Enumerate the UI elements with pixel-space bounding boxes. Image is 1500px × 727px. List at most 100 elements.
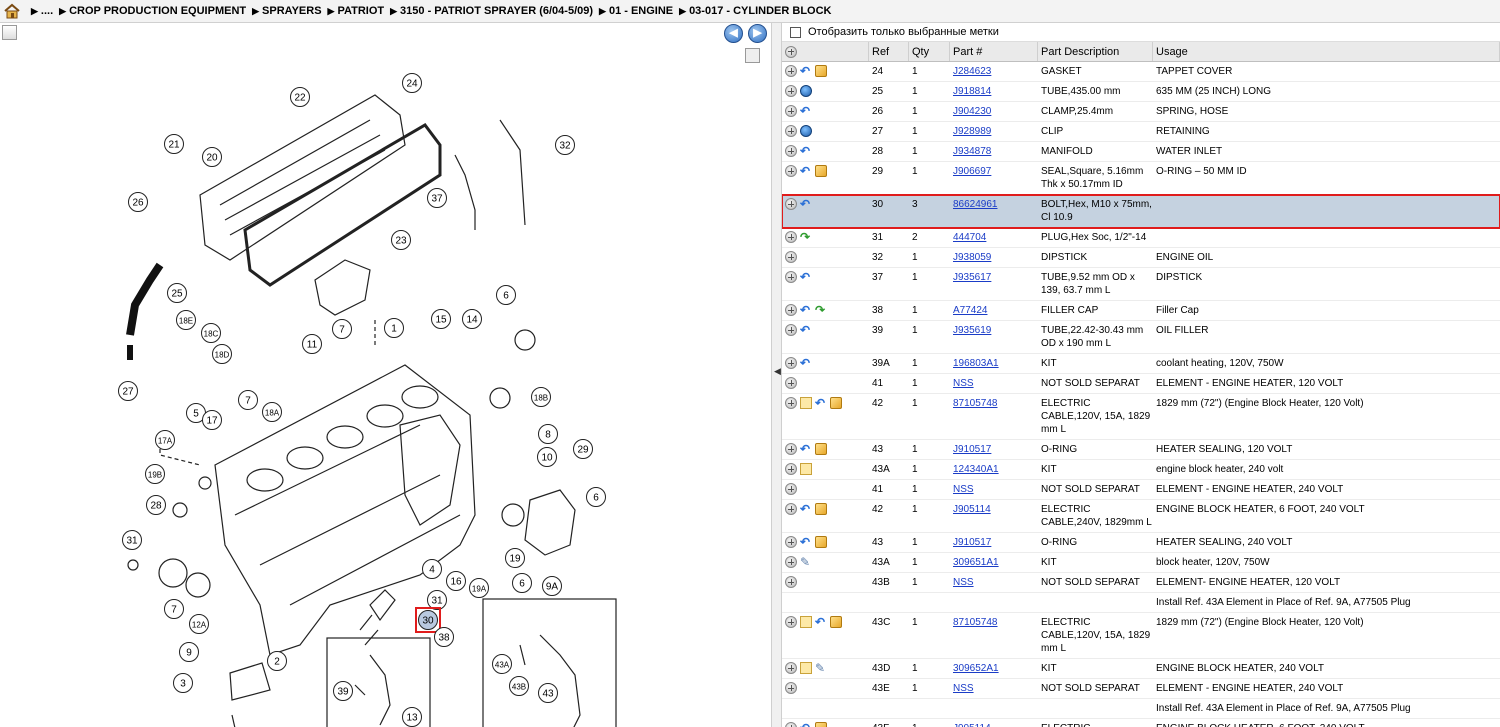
expand-row-icon[interactable] — [785, 483, 797, 495]
table-row[interactable]: 41 1 NSS NOT SOLD SEPARAT ELEMENT - ENGINE H… — [782, 374, 1500, 394]
part-number-link[interactable]: 444704 — [953, 232, 986, 243]
expand-row-icon[interactable] — [785, 105, 797, 117]
breadcrumb-item[interactable]: ▶ 03-017 - CYLINDER BLOCK — [673, 5, 831, 17]
part-number-link[interactable]: 87105748 — [953, 398, 998, 409]
part-number-link[interactable]: J905114 — [950, 719, 1038, 727]
expand-row-icon[interactable] — [785, 377, 797, 389]
part-number-link[interactable]: J935617 — [950, 268, 1038, 300]
part-number-link[interactable]: 196803A1 — [953, 358, 999, 369]
table-row[interactable]: ↶ 29 1 J906697 SEAL,Square, 5.16mm Thk x 50.… — [782, 162, 1500, 195]
table-row[interactable]: ↶ 37 1 J935617 TUBE,9.52 mm OD x 139, 63.7 m… — [782, 268, 1500, 301]
part-number-link[interactable] — [950, 593, 1038, 612]
col-ref[interactable]: Ref — [869, 42, 909, 61]
part-number-link[interactable]: NSS — [953, 378, 974, 389]
table-row[interactable]: ↶ 26 1 J904230 CLAMP,25.4mm SPRING, HOSE — [782, 102, 1500, 122]
show-selected-checkbox[interactable] — [790, 26, 801, 38]
part-number-link[interactable]: 196803A1 — [950, 354, 1038, 373]
expand-row-icon[interactable] — [785, 65, 797, 77]
part-number-link[interactable]: J904230 — [950, 102, 1038, 121]
callout[interactable]: 8 — [538, 424, 558, 444]
callout[interactable]: 6 — [586, 487, 606, 507]
callout[interactable]: 28 — [146, 495, 166, 515]
expand-row-icon[interactable] — [785, 397, 797, 409]
col-part-number[interactable]: Part # — [950, 42, 1038, 61]
expand-row-icon[interactable] — [785, 231, 797, 243]
part-number-link[interactable]: NSS — [950, 480, 1038, 499]
callout[interactable]: 22 — [290, 87, 310, 107]
part-number-link[interactable]: NSS — [950, 374, 1038, 393]
callout[interactable]: 18D — [212, 344, 232, 364]
callout[interactable]: 37 — [427, 188, 447, 208]
table-row[interactable]: 32 1 J938059 DIPSTICK ENGINE OIL — [782, 248, 1500, 268]
callout[interactable]: 31 — [122, 530, 142, 550]
callout[interactable]: 43 — [538, 683, 558, 703]
callout[interactable]: 7 — [332, 319, 352, 339]
part-number-link[interactable]: J918814 — [950, 82, 1038, 101]
table-row[interactable]: ↷ 31 2 444704 PLUG,Hex Soc, 1/2"-14 — [782, 228, 1500, 248]
collapse-arrow-icon[interactable]: ◀ — [774, 366, 781, 377]
expand-row-icon[interactable] — [785, 304, 797, 316]
callout[interactable]: 31 — [427, 590, 447, 610]
callout[interactable]: 18B — [531, 387, 551, 407]
expand-all-header[interactable] — [782, 42, 869, 61]
table-row[interactable]: ↶ 42 1 87105748 ELECTRIC CABLE,120V, 15A, 18… — [782, 394, 1500, 440]
callout[interactable]: 43B — [509, 676, 529, 696]
part-number-link[interactable]: NSS — [950, 573, 1038, 592]
part-number-link[interactable]: J904230 — [953, 106, 991, 117]
callout[interactable]: 27 — [118, 381, 138, 401]
callout[interactable]: 6 — [512, 573, 532, 593]
home-icon[interactable] — [3, 3, 21, 19]
expand-row-icon[interactable] — [785, 556, 797, 568]
part-number-link[interactable]: 444704 — [950, 228, 1038, 247]
table-row[interactable]: ↶ 43F1J905114 ELECTRIC CABLE,240V, 1829mm … — [782, 719, 1500, 727]
part-number-link[interactable]: 86624961 — [950, 195, 1038, 227]
expand-row-icon[interactable] — [785, 722, 797, 727]
callout[interactable]: 10 — [537, 447, 557, 467]
expand-row-icon[interactable] — [785, 682, 797, 694]
expand-row-icon[interactable] — [785, 85, 797, 97]
expand-row-icon[interactable] — [785, 145, 797, 157]
callout-selected[interactable]: 30 — [415, 607, 441, 633]
table-row[interactable]: Install Ref. 43A Element in Place of Ref… — [782, 593, 1500, 613]
previous-page-button[interactable]: ◀ — [724, 24, 743, 43]
table-row[interactable]: ↶ 43C 1 87105748 ELECTRIC CABLE,120V, 15A, 1… — [782, 613, 1500, 659]
part-number-link[interactable]: J935619 — [953, 325, 991, 336]
table-row[interactable]: ✎ 43A 1 309651A1 KIT block heater, 120V, 750W — [782, 553, 1500, 573]
part-number-link[interactable]: 124340A1 — [953, 464, 999, 475]
breadcrumb-item[interactable]: ▶ CROP PRODUCTION EQUIPMENT — [53, 5, 246, 17]
callout[interactable]: 39 — [333, 681, 353, 701]
table-row[interactable]: ↶ 43 1 J910517 O-RING HEATER SEALING, 120 VOL… — [782, 440, 1500, 460]
col-qty[interactable]: Qty — [909, 42, 950, 61]
part-number-link[interactable]: 87105748 — [953, 617, 998, 628]
breadcrumb-item[interactable]: ▶ PATRIOT — [322, 5, 385, 17]
expand-row-icon[interactable] — [785, 662, 797, 674]
breadcrumb-label[interactable]: .... — [41, 5, 53, 17]
part-number-link[interactable]: J910517 — [950, 533, 1038, 552]
callout[interactable]: 7 — [164, 599, 184, 619]
callout[interactable]: 14 — [462, 309, 482, 329]
callout[interactable]: 18C — [201, 323, 221, 343]
breadcrumb-label[interactable]: CROP PRODUCTION EQUIPMENT — [69, 5, 246, 17]
part-number-link[interactable]: J938059 — [953, 252, 991, 263]
col-usage[interactable]: Usage — [1153, 42, 1500, 61]
breadcrumb-label[interactable]: 03-017 - CYLINDER BLOCK — [689, 5, 831, 17]
part-number-link[interactable]: J906697 — [950, 162, 1038, 194]
callout[interactable]: 2 — [267, 651, 287, 671]
breadcrumb-item[interactable]: ▶ SPRAYERS — [246, 5, 321, 17]
part-number-link[interactable]: J934878 — [953, 146, 991, 157]
table-row[interactable]: ↶ 24 1 J284623 GASKET TAPPET COVER — [782, 62, 1500, 82]
expand-row-icon[interactable] — [785, 443, 797, 455]
table-row[interactable]: ↶ 39A 1 196803A1 KIT coolant heating, 120V, 7… — [782, 354, 1500, 374]
table-row[interactable]: 27 1 J928989 CLIP RETAINING — [782, 122, 1500, 142]
expand-row-icon[interactable] — [785, 463, 797, 475]
part-number-link[interactable]: J905114 — [950, 500, 1038, 532]
col-description[interactable]: Part Description — [1038, 42, 1153, 61]
callout[interactable]: 19B — [145, 464, 165, 484]
expand-row-icon[interactable] — [785, 503, 797, 515]
breadcrumb-item[interactable]: ▶ 01 - ENGINE — [593, 5, 673, 17]
callout[interactable]: 13 — [402, 707, 422, 727]
callout[interactable]: 38 — [434, 627, 454, 647]
part-number-link[interactable]: J910517 — [953, 444, 991, 455]
export-icon[interactable] — [2, 25, 17, 40]
callout[interactable]: 4 — [422, 559, 442, 579]
